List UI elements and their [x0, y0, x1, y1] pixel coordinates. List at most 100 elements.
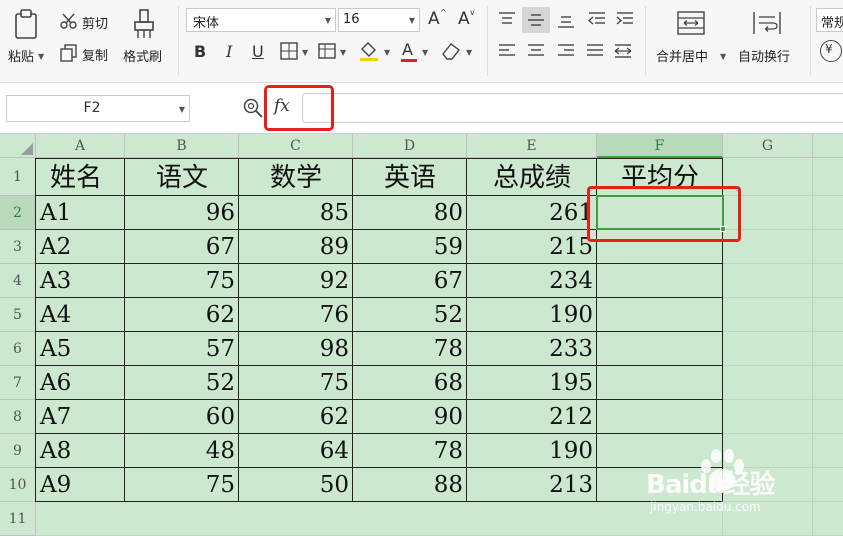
name-cell[interactable]: A2	[36, 230, 125, 264]
row-header-9[interactable]: 9	[0, 434, 36, 468]
name-cell[interactable]: A9	[36, 468, 125, 502]
wrap-text-button[interactable]: 自动换行	[734, 6, 804, 70]
cell-style-button[interactable]: ▼	[318, 42, 352, 62]
score-cell[interactable]: 88	[353, 468, 467, 502]
row-header-1[interactable]: 1	[0, 158, 36, 196]
column-header-a[interactable]: A	[36, 134, 125, 158]
score-cell[interactable]: 75	[125, 264, 239, 298]
score-cell[interactable]: 50	[239, 468, 353, 502]
score-cell[interactable]: 75	[239, 366, 353, 400]
row-header-6[interactable]: 6	[0, 332, 36, 366]
column-header-b[interactable]: B	[125, 134, 239, 158]
align-left-icon[interactable]	[497, 42, 517, 60]
name-cell[interactable]: A3	[36, 264, 125, 298]
score-cell[interactable]: 68	[353, 366, 467, 400]
score-cell[interactable]: 212	[467, 400, 597, 434]
score-cell[interactable]: 78	[353, 332, 467, 366]
score-cell[interactable]: 98	[239, 332, 353, 366]
score-cell[interactable]	[597, 366, 723, 400]
score-cell[interactable]: 76	[239, 298, 353, 332]
copy-button[interactable]: 复制	[58, 42, 116, 64]
score-cell[interactable]: 261	[467, 196, 597, 230]
score-cell[interactable]: 67	[353, 264, 467, 298]
table-header-cell[interactable]: 数学	[239, 158, 353, 196]
formula-input[interactable]	[302, 93, 843, 123]
score-cell[interactable]: 57	[125, 332, 239, 366]
paste-button[interactable]: 粘贴 ▼	[6, 6, 46, 70]
increase-font-button[interactable]: A ^	[426, 8, 450, 32]
score-cell[interactable]: 90	[353, 400, 467, 434]
table-header-cell[interactable]: 姓名	[36, 158, 125, 196]
name-cell[interactable]: A1	[36, 196, 125, 230]
row-header-10[interactable]: 10	[0, 468, 36, 502]
column-header-d[interactable]: D	[353, 134, 467, 158]
score-cell[interactable]: 60	[125, 400, 239, 434]
score-cell[interactable]: 67	[125, 230, 239, 264]
score-cell[interactable]: 233	[467, 332, 597, 366]
clear-button[interactable]: ▼	[440, 40, 476, 64]
select-all-corner[interactable]	[0, 134, 36, 158]
score-cell[interactable]: 75	[125, 468, 239, 502]
score-cell[interactable]	[597, 468, 723, 502]
score-cell[interactable]: 52	[353, 298, 467, 332]
column-header-g[interactable]: G	[723, 134, 813, 158]
column-header-f[interactable]: F	[597, 134, 723, 158]
name-cell[interactable]: A6	[36, 366, 125, 400]
score-cell[interactable]: 195	[467, 366, 597, 400]
zoom-search-icon[interactable]	[242, 97, 264, 119]
underline-button[interactable]: U	[252, 42, 264, 61]
font-size-select[interactable]: 16 ▼	[338, 8, 420, 32]
borders-button[interactable]: ▼	[280, 42, 314, 62]
table-header-cell[interactable]: 语文	[125, 158, 239, 196]
column-header-e[interactable]: E	[467, 134, 597, 158]
font-name-select[interactable]: 宋体 ▼	[186, 8, 336, 32]
cut-button[interactable]: 剪切	[58, 10, 116, 32]
name-cell[interactable]: A5	[36, 332, 125, 366]
name-cell[interactable]: A7	[36, 400, 125, 434]
score-cell[interactable]: 78	[353, 434, 467, 468]
fill-color-button[interactable]: ▼	[358, 40, 396, 64]
score-cell[interactable]: 96	[125, 196, 239, 230]
score-cell[interactable]	[597, 332, 723, 366]
score-cell[interactable]: 92	[239, 264, 353, 298]
merge-center-button[interactable]: 合并居中 ▼	[652, 6, 730, 70]
score-cell[interactable]: 89	[239, 230, 353, 264]
score-cell[interactable]: 48	[125, 434, 239, 468]
distributed-align-icon[interactable]	[613, 42, 633, 60]
score-cell[interactable]: 52	[125, 366, 239, 400]
decrease-font-button[interactable]: A v	[456, 8, 480, 32]
score-cell[interactable]: 190	[467, 434, 597, 468]
score-cell[interactable]	[597, 400, 723, 434]
table-header-cell[interactable]: 总成绩	[467, 158, 597, 196]
justify-icon[interactable]	[585, 42, 605, 60]
score-cell[interactable]: 85	[239, 196, 353, 230]
score-cell[interactable]: 80	[353, 196, 467, 230]
row-header-5[interactable]: 5	[0, 298, 36, 332]
score-cell[interactable]: 59	[353, 230, 467, 264]
score-cell[interactable]: 213	[467, 468, 597, 502]
row-header-8[interactable]: 8	[0, 400, 36, 434]
score-cell[interactable]: 64	[239, 434, 353, 468]
format-painter-button[interactable]: 格式刷	[120, 6, 170, 70]
align-bottom-icon[interactable]	[556, 11, 576, 29]
column-header-c[interactable]: C	[239, 134, 353, 158]
row-header-11[interactable]: 11	[0, 502, 36, 536]
score-cell[interactable]: 62	[239, 400, 353, 434]
score-cell[interactable]	[597, 298, 723, 332]
increase-indent-icon[interactable]	[615, 11, 635, 29]
align-middle-button[interactable]	[522, 7, 550, 33]
score-cell[interactable]: 62	[125, 298, 239, 332]
align-top-icon[interactable]	[497, 11, 517, 29]
score-cell[interactable]: 234	[467, 264, 597, 298]
score-cell[interactable]: 190	[467, 298, 597, 332]
row-header-7[interactable]: 7	[0, 366, 36, 400]
row-header-4[interactable]: 4	[0, 264, 36, 298]
font-color-button[interactable]: A ▼	[400, 40, 434, 64]
name-cell[interactable]: A8	[36, 434, 125, 468]
align-center-icon[interactable]	[526, 42, 546, 60]
score-cell[interactable]	[597, 434, 723, 468]
table-header-cell[interactable]: 英语	[353, 158, 467, 196]
decrease-indent-icon[interactable]	[587, 11, 607, 29]
number-format-select[interactable]: 常规	[816, 8, 843, 32]
score-cell[interactable]: 215	[467, 230, 597, 264]
